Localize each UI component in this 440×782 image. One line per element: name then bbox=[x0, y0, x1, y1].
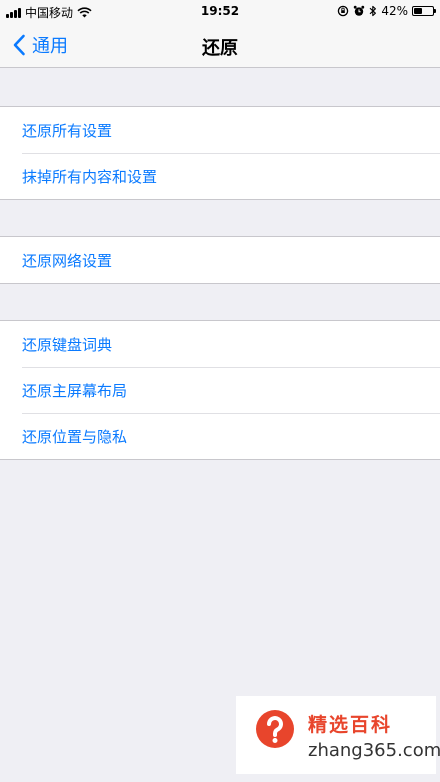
bluetooth-icon bbox=[369, 5, 377, 17]
reset-home-screen-layout-item[interactable]: 还原主屏幕布局 bbox=[0, 367, 440, 413]
status-right: 42% bbox=[337, 4, 436, 18]
alarm-icon bbox=[354, 5, 365, 16]
reset-location-privacy-item[interactable]: 还原位置与隐私 bbox=[0, 413, 440, 459]
reset-group-3: 还原键盘词典 还原主屏幕布局 还原位置与隐私 bbox=[0, 320, 440, 460]
battery-fill bbox=[414, 8, 422, 14]
reset-keyboard-dictionary-item[interactable]: 还原键盘词典 bbox=[0, 321, 440, 367]
reset-all-settings-item[interactable]: 还原所有设置 bbox=[0, 107, 440, 153]
erase-all-content-item[interactable]: 抹掉所有内容和设置 bbox=[0, 153, 440, 199]
battery-icon bbox=[412, 6, 436, 16]
reset-network-settings-item[interactable]: 还原网络设置 bbox=[0, 237, 440, 283]
watermark-title: 精选百科 bbox=[308, 714, 393, 736]
battery-percent: 42% bbox=[381, 4, 408, 18]
lock-rotation-icon bbox=[338, 5, 349, 17]
question-badge-icon bbox=[256, 710, 294, 748]
page-title: 还原 bbox=[202, 38, 238, 59]
navigation-bar: 通用 还原 bbox=[0, 22, 440, 68]
status-bar: 中国移动 19:52 42% bbox=[0, 0, 440, 22]
watermark-url: zhang365.com bbox=[308, 740, 440, 761]
reset-group-1: 还原所有设置 抹掉所有内容和设置 bbox=[0, 106, 440, 200]
reset-group-2: 还原网络设置 bbox=[0, 236, 440, 284]
watermark: 精选百科 zhang365.com bbox=[236, 696, 440, 774]
